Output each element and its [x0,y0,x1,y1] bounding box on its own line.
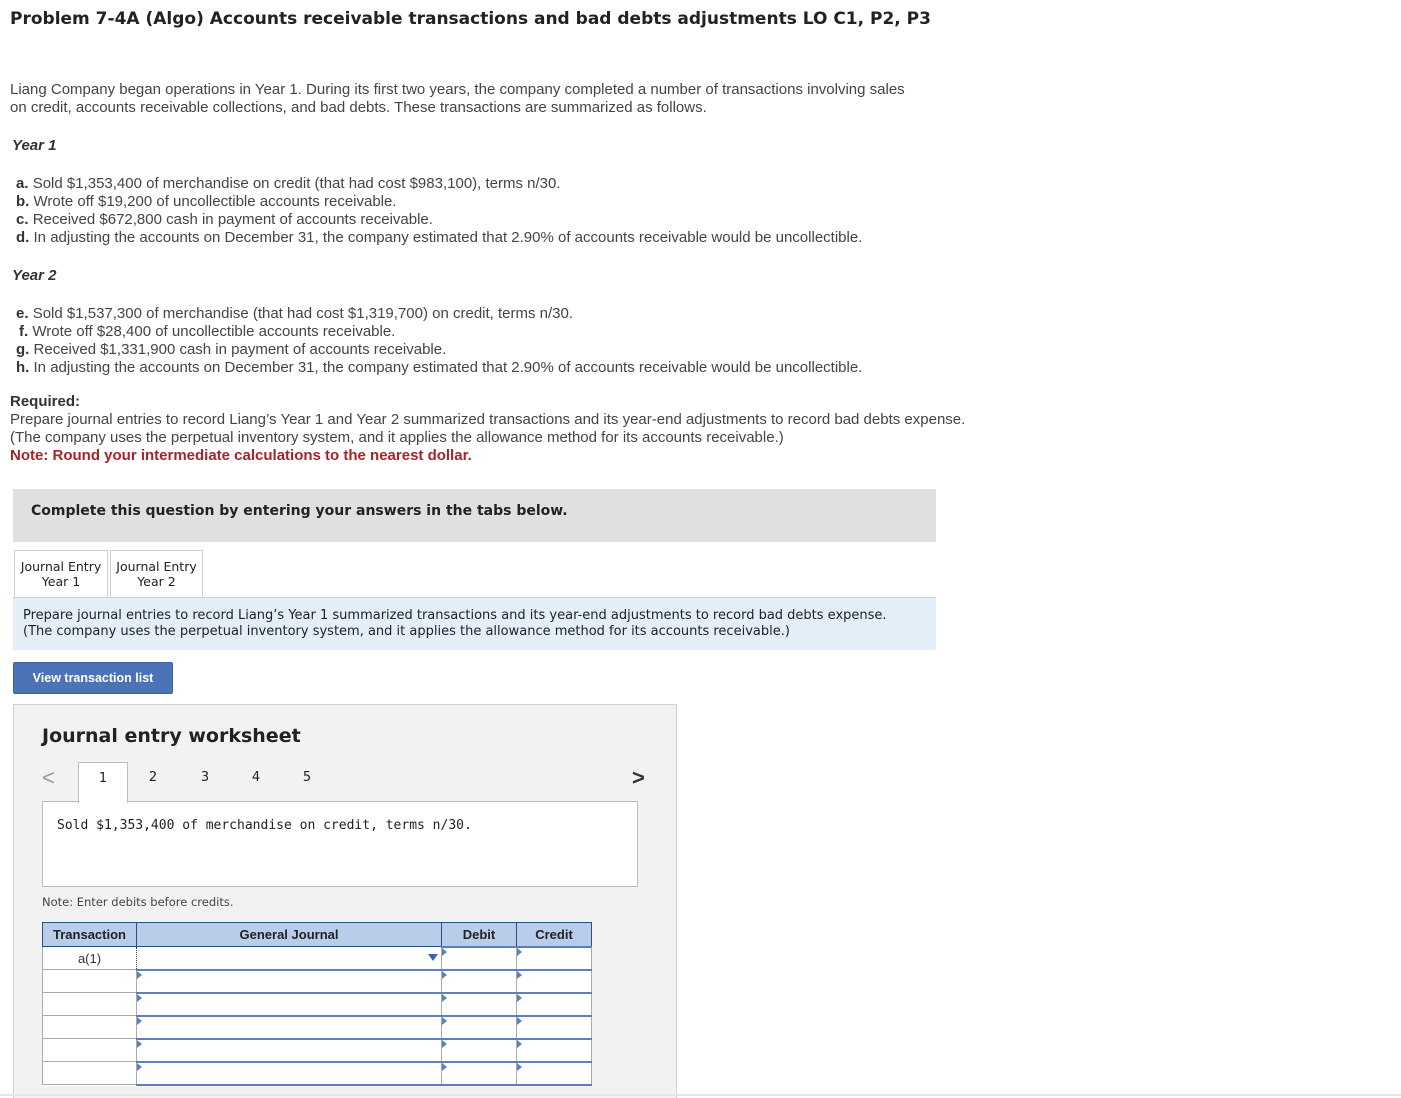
input-marker-icon [442,1039,447,1048]
column-header-debit: Debit [441,922,517,947]
debit-input[interactable] [441,991,517,1017]
dropdown-arrow-icon [428,954,438,961]
credit-input[interactable] [516,968,592,994]
general-journal-input[interactable] [136,968,442,994]
input-marker-icon [442,1062,447,1071]
transaction-description: Sold $1,353,400 of merchandise on credit… [42,801,638,887]
general-journal-input[interactable] [136,1037,442,1063]
transaction-cell [42,992,137,1016]
input-marker-icon [517,993,522,1002]
table-row: a(1) [42,945,592,971]
column-header-general-journal: General Journal [136,922,442,947]
general-journal-input[interactable] [136,1014,442,1040]
tab-instructions: Prepare journal entries to record Liang’… [13,598,936,650]
year1-item-a: a. Sold $1,353,400 of merchandise on cre… [16,175,561,192]
worksheet-page-1[interactable]: 1 [78,762,128,803]
rounding-note: Note: Round your intermediate calculatio… [10,447,472,464]
general-journal-select[interactable] [136,946,442,970]
year2-item-f: f. Wrote off $28,400 of uncollectible ac… [19,323,396,340]
input-marker-icon [137,993,142,1002]
year2-item-g: g. Received $1,331,900 cash in payment o… [16,341,447,358]
general-journal-input[interactable] [136,1060,442,1086]
debit-input[interactable] [441,1037,517,1063]
tab-label-line1: Journal Entry [20,559,102,574]
journal-entry-worksheet: Journal entry worksheet < 1 2 3 4 5 > So… [13,704,677,1098]
intro-text-line2: on credit, accounts receivable collectio… [10,99,707,116]
input-marker-icon [137,1062,142,1071]
transaction-cell [42,1015,137,1039]
worksheet-page-2[interactable]: 2 [128,762,178,802]
transaction-cell: a(1) [42,946,137,970]
worksheet-page-5[interactable]: 5 [282,762,332,802]
worksheet-page-4[interactable]: 4 [231,762,281,802]
credit-input[interactable] [516,1060,592,1086]
transaction-cell [42,1038,137,1062]
credit-input[interactable] [516,991,592,1017]
input-marker-icon [137,1016,142,1025]
required-text: Prepare journal entries to record Liang’… [10,411,966,446]
input-marker-icon [442,970,447,979]
input-marker-icon [137,1039,142,1048]
year2-heading: Year 2 [12,267,57,284]
input-marker-icon [442,1016,447,1025]
chevron-left-icon[interactable]: < [42,765,55,791]
transaction-cell [42,969,137,993]
general-journal-input[interactable] [136,991,442,1017]
input-marker-icon [517,947,522,956]
table-row [42,1037,592,1063]
input-marker-icon [442,947,447,956]
input-marker-icon [137,970,142,979]
required-heading: Required: [10,393,81,410]
year1-item-b: b. Wrote off $19,200 of uncollectible ac… [16,193,397,210]
column-header-transaction: Transaction [42,922,137,947]
instruction-line2: (The company uses the perpetual inventor… [23,624,790,639]
table-row [42,991,592,1017]
tab-label-line1: Journal Entry [116,559,197,574]
tab-label-line2: Year 1 [41,574,81,589]
debit-input[interactable] [441,1060,517,1086]
worksheet-title: Journal entry worksheet [42,725,301,747]
table-row [42,968,592,994]
instruction-line1: Prepare journal entries to record Liang’… [23,608,887,623]
table-row [42,1014,592,1040]
table-row [42,1060,592,1086]
transaction-cell [42,1061,137,1085]
input-marker-icon [517,1016,522,1025]
credit-input[interactable] [516,1014,592,1040]
page-bottom-divider [0,1094,1401,1096]
complete-banner: Complete this question by entering your … [13,489,936,542]
problem-title: Problem 7-4A (Algo) Accounts receivable … [10,9,931,29]
year2-item-e: e. Sold $1,537,300 of merchandise (that … [16,305,574,322]
chevron-right-icon[interactable]: > [632,765,645,791]
journal-table: Transaction General Journal Debit Credit… [42,922,592,1086]
view-transaction-list-button[interactable]: View transaction list [13,662,173,694]
year1-heading: Year 1 [12,137,57,154]
debit-input[interactable] [441,1014,517,1040]
complete-banner-text: Complete this question by entering your … [31,503,568,519]
input-marker-icon [517,1062,522,1071]
debit-input[interactable] [441,945,517,971]
debits-before-credits-note: Note: Enter debits before credits. [42,895,234,909]
year1-item-d: d. In adjusting the accounts on December… [16,229,863,246]
debit-input[interactable] [441,968,517,994]
column-header-credit: Credit [516,922,592,947]
credit-input[interactable] [516,945,592,971]
tab-journal-entry-year2[interactable]: Journal Entry Year 2 [110,550,203,598]
tab-label-line2: Year 2 [137,574,176,589]
year1-item-c: c. Received $672,800 cash in payment of … [16,211,433,228]
intro-text-line1: Liang Company began operations in Year 1… [10,81,905,98]
credit-input[interactable] [516,1037,592,1063]
year2-item-h: h. In adjusting the accounts on December… [16,359,863,376]
input-marker-icon [442,993,447,1002]
worksheet-page-3[interactable]: 3 [180,762,230,802]
tab-journal-entry-year1[interactable]: Journal Entry Year 1 [14,550,108,599]
input-marker-icon [517,970,522,979]
input-marker-icon [517,1039,522,1048]
